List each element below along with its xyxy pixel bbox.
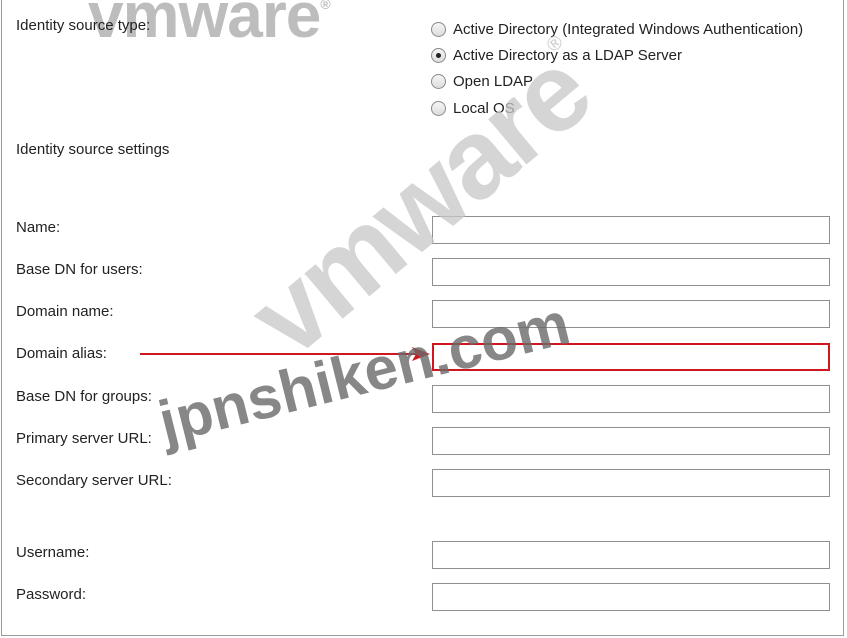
radio-local-os[interactable]: Local OS xyxy=(431,98,515,118)
primary-server-url-label: Primary server URL: xyxy=(16,430,152,447)
radio-open-ldap[interactable]: Open LDAP xyxy=(431,71,533,91)
radio-active-directory-ldap[interactable]: Active Directory as a LDAP Server xyxy=(431,45,682,65)
radio-label: Active Directory (Integrated Windows Aut… xyxy=(453,20,804,38)
password-field[interactable] xyxy=(432,583,830,611)
radio-active-directory-iwa[interactable]: Active Directory (Integrated Windows Aut… xyxy=(431,19,803,39)
annotation-arrow-icon xyxy=(140,347,430,361)
username-field[interactable] xyxy=(432,541,830,569)
radio-button[interactable] xyxy=(431,100,446,116)
radio-label: Local OS xyxy=(453,99,515,117)
username-label: Username: xyxy=(16,544,90,561)
base-dn-users-field[interactable] xyxy=(432,258,830,286)
secondary-server-url-field[interactable] xyxy=(432,469,830,497)
password-label: Password: xyxy=(16,586,87,603)
base-dn-groups-field[interactable] xyxy=(432,385,830,413)
radio-label: Active Directory as a LDAP Server xyxy=(453,46,682,64)
identity-source-settings-heading: Identity source settings xyxy=(16,141,170,158)
radio-button[interactable] xyxy=(431,21,446,37)
name-field[interactable] xyxy=(432,216,830,244)
base-dn-groups-label: Base DN for groups: xyxy=(16,388,152,405)
name-label: Name: xyxy=(16,219,61,236)
domain-alias-label: Domain alias: xyxy=(16,345,107,362)
base-dn-users-label: Base DN for users: xyxy=(16,261,143,278)
identity-source-type-label: Identity source type: xyxy=(16,17,151,34)
domain-alias-field[interactable] xyxy=(432,343,830,371)
radio-button[interactable] xyxy=(431,73,446,89)
radio-button-selected[interactable] xyxy=(431,47,446,63)
primary-server-url-field[interactable] xyxy=(432,427,830,455)
domain-name-label: Domain name: xyxy=(16,303,114,320)
domain-name-field[interactable] xyxy=(432,300,830,328)
secondary-server-url-label: Secondary server URL: xyxy=(16,472,172,489)
radio-label: Open LDAP xyxy=(453,72,534,90)
